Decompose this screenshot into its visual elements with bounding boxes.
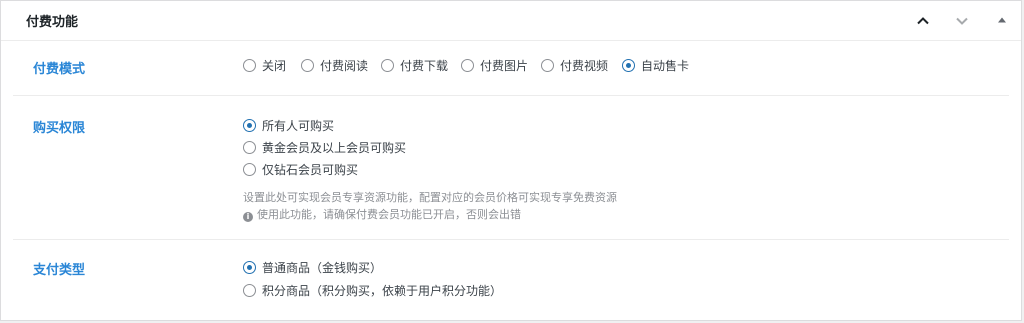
option-label: 仅钻石会员可购买 [262,163,359,177]
radio-icon[interactable] [243,163,256,176]
option-label: 关闭 [262,59,287,73]
option-label: 付费阅读 [320,59,369,73]
radio-icon[interactable] [243,59,256,72]
option-label: 自动售卡 [641,59,690,73]
radio-icon[interactable] [461,59,474,72]
option-label: 付费图片 [480,59,529,73]
permission-option-diamond[interactable]: 仅钻石会员可购买 [243,161,358,178]
pay-mode-option-paid-download[interactable]: 付费下载 [381,57,448,74]
radio-checked-icon[interactable] [243,119,256,132]
pay-mode-label: 付费模式 [33,62,86,77]
option-label: 积分商品（积分购买，依赖于用户积分功能） [262,284,503,298]
paid-features-panel: 付费功能 付费模式 关闭 付费阅读 付费下载 付费图片 付费视频 自动售卡 购买 [0,0,1022,321]
pay-mode-option-auto-card[interactable]: 自动售卡 [622,57,689,74]
chevron-down-icon[interactable] [952,11,972,31]
row-divider [13,95,1009,96]
triangle-up-icon[interactable] [992,11,1012,31]
radio-icon[interactable] [301,59,314,72]
permission-description: 设置此处可实现会员专享资源功能，配置对应的会员价格可实现专享免费资源 [243,191,617,204]
radio-icon[interactable] [243,284,256,297]
radio-icon[interactable] [243,141,256,154]
pay-mode-option-close[interactable]: 关闭 [243,57,286,74]
row-divider [13,239,1009,240]
notice-text: 使用此功能，请确保付费会员功能已开启，否则会出错 [257,208,521,221]
panel-header: 付费功能 [1,1,1021,41]
radio-checked-icon[interactable] [622,59,635,72]
radio-icon[interactable] [381,59,394,72]
permission-option-all[interactable]: 所有人可购买 [243,117,334,134]
radio-checked-icon[interactable] [243,261,256,274]
radio-icon[interactable] [541,59,554,72]
pay-type-label: 支付类型 [33,263,86,278]
purchase-permission-label: 购买权限 [33,121,86,136]
pay-mode-option-paid-video[interactable]: 付费视频 [541,57,608,74]
option-label: 黄金会员及以上会员可购买 [262,141,407,155]
chevron-up-icon[interactable] [913,11,933,31]
permission-notice: i 使用此功能，请确保付费会员功能已开启，否则会出错 [243,206,521,222]
panel-title: 付费功能 [26,15,79,30]
option-label: 所有人可购买 [262,119,335,133]
permission-option-gold[interactable]: 黄金会员及以上会员可购买 [243,139,406,156]
pay-type-option-points[interactable]: 积分商品（积分购买，依赖于用户积分功能） [243,282,502,299]
option-label: 付费下载 [400,59,449,73]
pay-type-option-money[interactable]: 普通商品（金钱购买） [243,259,382,276]
info-icon: i [243,212,253,222]
option-label: 付费视频 [560,59,609,73]
pay-mode-option-paid-read[interactable]: 付费阅读 [301,57,368,74]
pay-mode-option-paid-image[interactable]: 付费图片 [461,57,528,74]
option-label: 普通商品（金钱购买） [262,261,383,275]
